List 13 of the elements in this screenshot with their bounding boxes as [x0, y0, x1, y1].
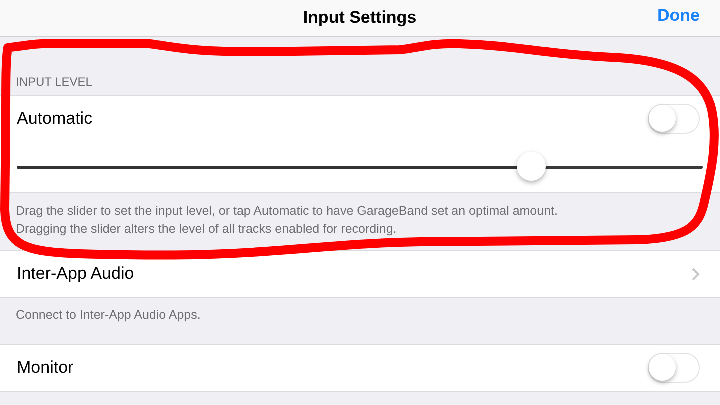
nav-title: Input Settings: [303, 8, 417, 28]
monitor-label: Monitor: [17, 358, 74, 378]
footer-text: Dragging the slider alters the level of all tracks enabled for recording.: [16, 222, 397, 236]
footer-text: Drag the slider to set the input level, or tap Automatic to have GarageBand set an optimal amount.: [16, 204, 558, 218]
done-button[interactable]: Done: [658, 6, 700, 26]
automatic-switch[interactable]: [648, 104, 700, 134]
section-header: INPUT LEVEL: [16, 75, 92, 89]
automatic-label: Automatic: [17, 109, 93, 129]
inter-app-audio-footer: Connect to Inter-App Audio Apps.: [16, 308, 201, 322]
chevron-icon: [692, 268, 700, 280]
monitor-switch[interactable]: [648, 353, 700, 383]
slider-thumb[interactable]: [516, 152, 546, 180]
inter-app-audio-row[interactable]: Inter-App Audio: [0, 251, 720, 297]
